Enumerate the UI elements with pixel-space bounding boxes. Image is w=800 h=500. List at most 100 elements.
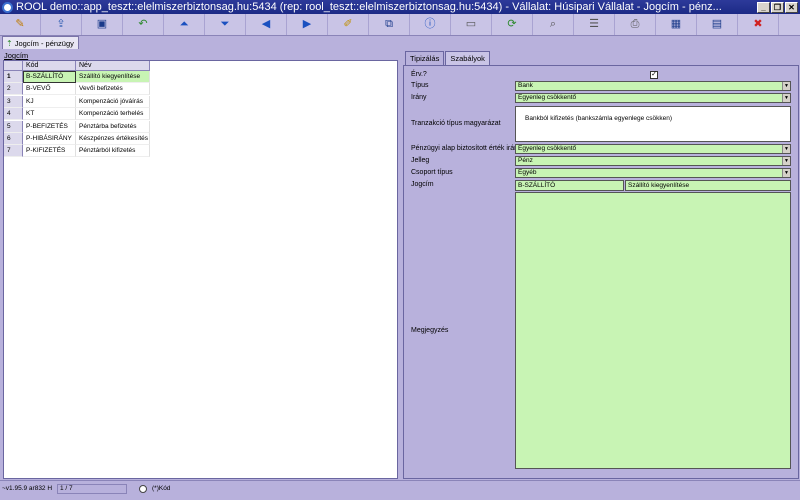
- cell-nev: Pénztárba befizetés: [76, 120, 150, 133]
- chevron-down-icon[interactable]: ▼: [782, 82, 790, 90]
- label-erv: Érv.?: [411, 71, 427, 78]
- previous-icon: ◀: [261, 18, 271, 30]
- form-button[interactable]: ▤: [697, 14, 738, 35]
- label-jogcim: Jogcím: [411, 181, 434, 188]
- exit-icon: ✖: [753, 18, 763, 30]
- row-number: 3: [4, 95, 23, 108]
- table-row[interactable]: 5 P-BEFIZETÉS Pénztárba befizetés: [4, 120, 150, 133]
- tranzakcio-textarea[interactable]: Bankból kifizetés (bankszámla egyenlege …: [515, 106, 791, 142]
- last-record-button[interactable]: ⏷: [205, 14, 246, 35]
- cell-kod: P-KIFIZETÉS: [23, 145, 76, 158]
- label-tipus: Típus: [411, 82, 429, 89]
- table-row[interactable]: 6 P-HIBÁSIRÁNY Készpénzes értékesítés: [4, 133, 150, 145]
- restore-button[interactable]: ❐: [771, 1, 784, 13]
- jelleg-select[interactable]: Pénz ▼: [515, 156, 791, 166]
- search-button[interactable]: ⌕: [533, 14, 574, 35]
- first-record-button[interactable]: ⏶: [164, 14, 205, 35]
- detail-form: Érv.? ✓ Típus Bank ▼ Irány Egyenleg csök…: [403, 65, 799, 479]
- version-label: ~v1.95.9 ar832 H: [2, 485, 53, 492]
- save-button[interactable]: ▣: [82, 14, 123, 35]
- irany-value: Egyenleg csökkentő: [518, 94, 577, 101]
- print-button[interactable]: ⎙: [615, 14, 656, 35]
- list-panel: Jogcím Kód Név 1 B-SZÁLLÍTÓ Szállító kiegy…: [0, 49, 400, 480]
- copy-icon: ⧉: [385, 18, 393, 30]
- column-header-kod[interactable]: Kód: [23, 61, 76, 70]
- window-controls: _ ❐ ✕: [757, 1, 798, 13]
- export-icon: ⇪: [56, 18, 66, 30]
- record-grid[interactable]: Kód Név 1 B-SZÁLLÍTÓ Szállító kiegyenlítés…: [3, 60, 398, 479]
- table-icon: ▦: [670, 18, 682, 30]
- undo-button[interactable]: ↶: [123, 14, 164, 35]
- list-heading: Jogcím: [4, 51, 29, 60]
- erv-checkbox[interactable]: ✓: [650, 71, 658, 79]
- row-number: 4: [4, 108, 23, 121]
- chevron-down-icon[interactable]: ▼: [782, 94, 790, 102]
- row-number: 7: [4, 145, 23, 158]
- csoport-select[interactable]: Egyéb ▼: [515, 168, 791, 178]
- export-button[interactable]: ⇪: [41, 14, 82, 35]
- layout-icon: ☰: [589, 18, 599, 30]
- tab-label: Jogcím - pénzügy: [14, 38, 74, 48]
- label-csoport: Csoport típus: [411, 169, 453, 176]
- penzugyi-select[interactable]: Egyenleg csökkentő ▼: [515, 144, 791, 154]
- previous-button[interactable]: ◀: [246, 14, 287, 35]
- status-bar: ~v1.95.9 ar832 H 1 / 7 (*)Kód: [0, 480, 800, 500]
- first-record-icon: ⏶: [179, 18, 189, 30]
- row-number: 2: [4, 83, 23, 96]
- chevron-down-icon[interactable]: ▼: [782, 169, 790, 177]
- exit-button[interactable]: ✖: [738, 14, 779, 35]
- csoport-value: Egyéb: [518, 169, 537, 176]
- copy-button[interactable]: ⧉: [369, 14, 410, 35]
- table-row[interactable]: 7 P-KIFIZETÉS Pénztárból kifizetés: [4, 145, 150, 158]
- toolbar: ✎ ⇪ ▣ ↶ ⏶ ⏷ ◀ ▶ ✐ ⧉ ⓘ ▭ ⟳ ⌕ ☰ ⎙ ▦ ▤ ✖: [0, 14, 800, 36]
- layout-button[interactable]: ☰: [574, 14, 615, 35]
- sort-label: (*)Kód: [152, 485, 171, 492]
- tab-tipizalas[interactable]: Tipizálás: [405, 51, 445, 65]
- table-row[interactable]: 1 B-SZÁLLÍTÓ Szállító kiegyenlítése: [4, 71, 150, 83]
- window-title: ROOL demo::app_teszt::elelmiszerbiztonsa…: [16, 1, 722, 13]
- last-record-icon: ⏷: [220, 18, 230, 30]
- close-button[interactable]: ✕: [785, 1, 798, 13]
- cell-nev: Vevői befizetés: [76, 83, 150, 96]
- search-icon: ⌕: [549, 18, 557, 30]
- cell-nev: Pénztárból kifizetés: [76, 145, 150, 158]
- pin-icon: ⇡: [6, 38, 13, 48]
- chevron-down-icon[interactable]: ▼: [782, 145, 790, 153]
- table-row[interactable]: 3 KJ Kompenzáció jóváírás: [4, 95, 150, 108]
- irany-select[interactable]: Egyenleg csökkentő ▼: [515, 93, 791, 103]
- refresh-button[interactable]: ⟳: [492, 14, 533, 35]
- tab-szabalyok[interactable]: Szabályok: [445, 51, 490, 65]
- column-header-nev[interactable]: Név: [76, 61, 150, 70]
- cell-kod: KJ: [23, 95, 76, 108]
- tipus-select[interactable]: Bank ▼: [515, 81, 791, 91]
- megjegyzes-textarea[interactable]: [515, 192, 791, 469]
- edit-button[interactable]: ✎: [0, 14, 41, 35]
- tab-jogcim-penzugy[interactable]: ⇡ Jogcím - pénzügy: [2, 36, 79, 49]
- minimize-button[interactable]: _: [757, 1, 770, 13]
- form-icon: ▤: [711, 18, 723, 30]
- jogcim-name-field[interactable]: Szállító kiegyenlítése: [625, 180, 791, 191]
- row-number: 1: [4, 71, 23, 83]
- detail-tabs: Tipizálás Szabályok: [405, 51, 491, 65]
- sort-radio[interactable]: [139, 485, 147, 493]
- table-row[interactable]: 4 KT Kompenzáció terhelés: [4, 108, 150, 121]
- grid-header: Kód Név: [4, 61, 150, 71]
- cell-nev: Kompenzáció terhelés: [76, 108, 150, 121]
- undo-icon: ↶: [138, 18, 148, 30]
- chevron-down-icon[interactable]: ▼: [782, 157, 790, 165]
- cell-nev: Készpénzes értékesítés: [76, 133, 150, 145]
- label-tranzakcio: Tranzakció típus magyarázat: [411, 120, 501, 127]
- window-button[interactable]: ▭: [451, 14, 492, 35]
- info-icon: ⓘ: [424, 18, 436, 30]
- cell-kod: KT: [23, 108, 76, 121]
- print-icon: ⎙: [630, 18, 640, 30]
- table-row[interactable]: 2 B-VEVŐ Vevői befizetés: [4, 83, 150, 96]
- jogcim-code-field[interactable]: B-SZÁLLÍTÓ: [515, 180, 624, 191]
- tipus-value: Bank: [518, 82, 533, 89]
- label-jelleg: Jelleg: [411, 157, 430, 164]
- jelleg-value: Pénz: [518, 157, 533, 164]
- table-button[interactable]: ▦: [656, 14, 697, 35]
- note-button[interactable]: ✐: [328, 14, 369, 35]
- info-button[interactable]: ⓘ: [410, 14, 451, 35]
- next-button[interactable]: ▶: [287, 14, 328, 35]
